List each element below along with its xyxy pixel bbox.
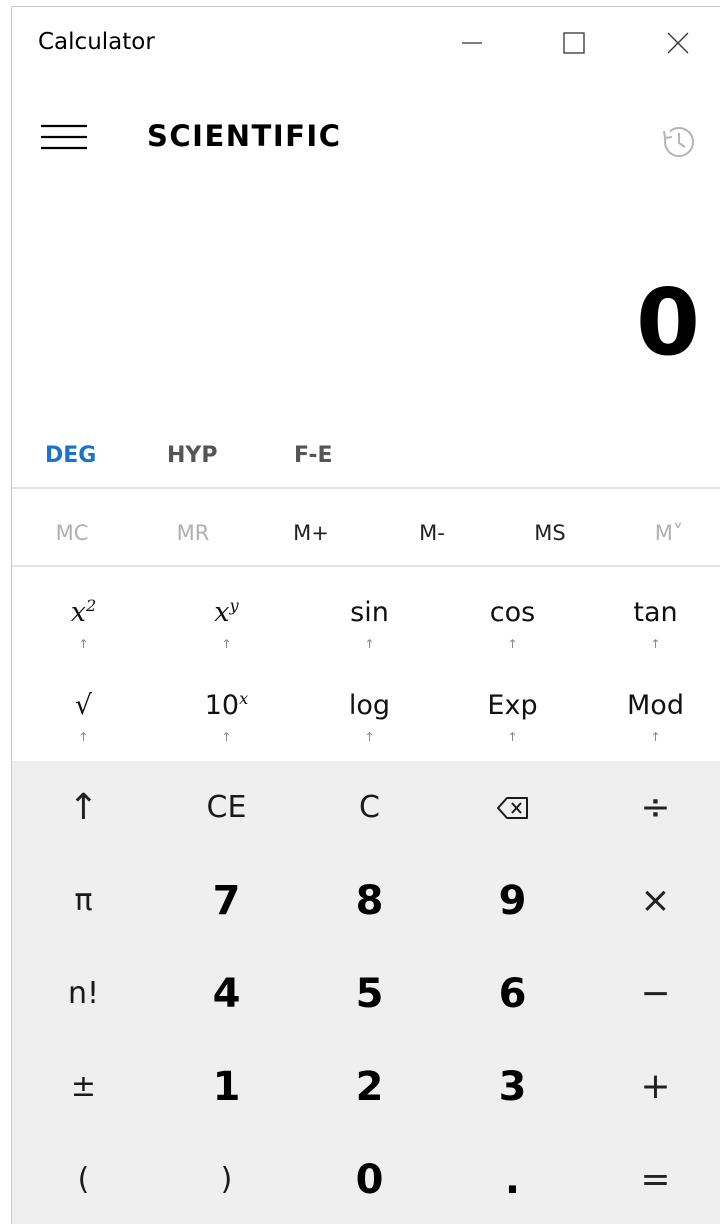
ten-power-base: 10	[204, 690, 240, 721]
square-base: x	[70, 597, 86, 628]
second-arrow-icon: ↑	[650, 637, 661, 651]
negate-button[interactable]: ±	[12, 1040, 155, 1133]
second-arrow-icon: ↑	[507, 730, 518, 744]
memory-row: MC MR M+ M- MS M˅	[12, 495, 720, 573]
memory-list-button[interactable]: M˅	[624, 521, 714, 545]
close-icon	[667, 32, 689, 54]
second-arrow-icon: ↑	[507, 637, 518, 651]
square-exponent: 2	[85, 596, 97, 615]
clear-button[interactable]: C	[298, 761, 441, 854]
cos-label: cos	[489, 597, 536, 628]
power-button[interactable]: xy ↑	[155, 575, 298, 668]
maximize-icon	[563, 32, 585, 54]
second-arrow-icon: ↑	[221, 637, 232, 651]
close-button[interactable]	[654, 25, 702, 61]
memory-subtract-button[interactable]: M-	[387, 521, 477, 545]
memory-add-button[interactable]: M+	[266, 521, 356, 545]
sin-button[interactable]: sin ↑	[298, 575, 441, 668]
ten-power-exponent: x	[239, 689, 249, 708]
hyp-toggle[interactable]: HYP	[167, 443, 217, 468]
digit-6-button[interactable]: 6	[441, 947, 584, 1040]
digit-9-button[interactable]: 9	[441, 854, 584, 947]
exp-button[interactable]: Exp ↑	[441, 668, 584, 761]
result-display: 0	[635, 269, 700, 376]
maximize-button[interactable]	[550, 25, 598, 61]
add-button[interactable]: +	[584, 1040, 720, 1133]
equals-button[interactable]: =	[584, 1133, 720, 1224]
multiply-button[interactable]: ×	[584, 854, 720, 947]
mod-button[interactable]: Mod ↑	[584, 668, 720, 761]
factorial-button[interactable]: n!	[12, 947, 155, 1040]
memory-clear-button[interactable]: MC	[27, 521, 117, 545]
close-paren-button[interactable]: )	[155, 1133, 298, 1224]
digit-5-button[interactable]: 5	[298, 947, 441, 1040]
log-button[interactable]: log ↑	[298, 668, 441, 761]
keypad: ↑ CE C ÷ π 7 8 9 × n! 4 5 6 − ± 1 2 3 + …	[12, 761, 720, 1224]
divider	[12, 487, 720, 489]
app-title: Calculator	[38, 29, 155, 55]
exp-label: Exp	[487, 690, 538, 721]
history-button[interactable]	[656, 119, 700, 163]
digit-2-button[interactable]: 2	[298, 1040, 441, 1133]
memory-store-button[interactable]: MS	[505, 521, 595, 545]
square-root-button[interactable]: √ ↑	[12, 668, 155, 761]
hamburger-menu-icon	[41, 124, 87, 150]
header: SCIENTIFIC	[12, 107, 720, 167]
minimize-icon	[462, 42, 482, 44]
square-button[interactable]: x2 ↑	[12, 575, 155, 668]
tan-label: tan	[633, 597, 678, 628]
navigation-menu-button[interactable]	[38, 117, 90, 157]
calculator-window: Calculator SCIENTIFIC 0 DEG HYP F-E MC M…	[11, 6, 720, 1224]
decimal-button[interactable]: .	[441, 1133, 584, 1224]
power-base: x	[214, 597, 230, 628]
memory-recall-button[interactable]: MR	[148, 521, 238, 545]
tan-button[interactable]: tan ↑	[584, 575, 720, 668]
divider	[12, 565, 720, 567]
mod-label: Mod	[627, 690, 684, 721]
power-exponent: y	[229, 596, 239, 615]
digit-8-button[interactable]: 8	[298, 854, 441, 947]
history-icon	[662, 127, 694, 157]
second-arrow-icon: ↑	[364, 637, 375, 651]
second-arrow-icon: ↑	[364, 730, 375, 744]
backspace-button[interactable]	[441, 761, 584, 854]
second-arrow-icon: ↑	[650, 730, 661, 744]
digit-4-button[interactable]: 4	[155, 947, 298, 1040]
mode-title: SCIENTIFIC	[147, 119, 342, 153]
digit-0-button[interactable]: 0	[298, 1133, 441, 1224]
fe-toggle[interactable]: F-E	[294, 443, 333, 468]
scientific-functions: x2 ↑ xy ↑ sin ↑ cos ↑ tan ↑ √ ↑ 10x ↑ lo	[12, 575, 720, 761]
clear-entry-button[interactable]: CE	[155, 761, 298, 854]
backspace-icon	[496, 796, 528, 819]
deg-toggle[interactable]: DEG	[45, 443, 96, 468]
subtract-button[interactable]: −	[584, 947, 720, 1040]
second-arrow-icon: ↑	[78, 637, 89, 651]
minimize-button[interactable]	[448, 25, 496, 61]
divide-button[interactable]: ÷	[584, 761, 720, 854]
open-paren-button[interactable]: (	[12, 1133, 155, 1224]
square-root-icon: √	[74, 690, 93, 721]
mode-toggles: DEG HYP F-E	[12, 439, 720, 483]
digit-7-button[interactable]: 7	[155, 854, 298, 947]
ten-power-button[interactable]: 10x ↑	[155, 668, 298, 761]
second-arrow-icon: ↑	[221, 730, 232, 744]
sin-label: sin	[350, 597, 389, 628]
cos-button[interactable]: cos ↑	[441, 575, 584, 668]
pi-button[interactable]: π	[12, 854, 155, 947]
second-arrow-icon: ↑	[78, 730, 89, 744]
digit-3-button[interactable]: 3	[441, 1040, 584, 1133]
title-bar: Calculator	[12, 7, 720, 79]
second-function-button[interactable]: ↑	[12, 761, 155, 854]
log-label: log	[348, 690, 391, 721]
digit-1-button[interactable]: 1	[155, 1040, 298, 1133]
